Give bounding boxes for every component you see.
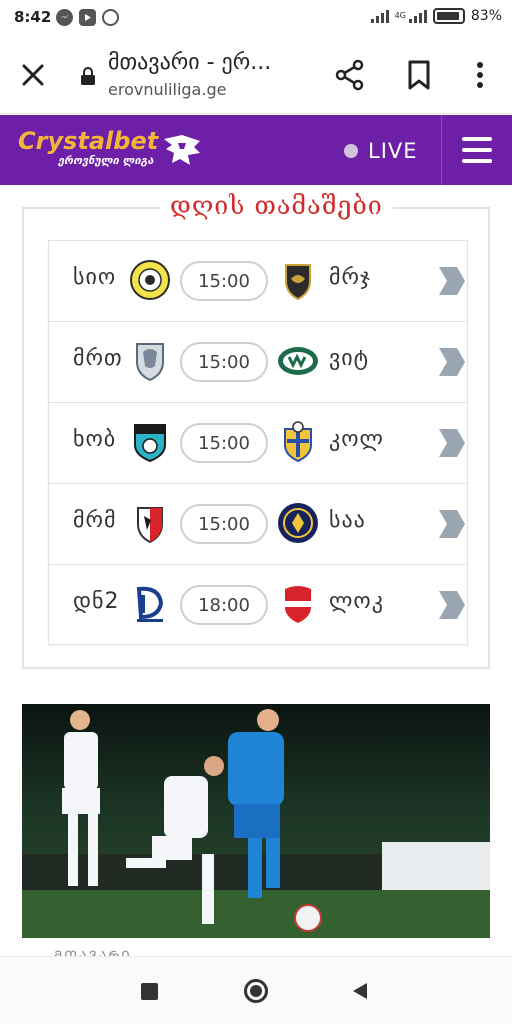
network-type: 4G — [394, 11, 406, 20]
matches-of-the-day: დღის თამაშები სიო 15:00 მრჯ მრთ 15:00 ვი… — [22, 191, 490, 669]
match-row[interactable]: სიო 15:00 მრჯ — [48, 240, 468, 321]
signal-icon-2 — [408, 9, 427, 23]
kickoff-time: 18:00 — [180, 585, 268, 625]
club-crest-icon — [130, 260, 170, 300]
live-label: LIVE — [368, 139, 418, 163]
hamburger-menu-icon[interactable] — [441, 115, 512, 185]
away-team: ლოკ — [329, 589, 384, 614]
bookmark-icon[interactable] — [404, 58, 434, 92]
status-time: 8:42 — [14, 8, 52, 26]
signal-icon — [370, 9, 389, 23]
live-dot-icon — [344, 144, 358, 158]
whatsapp-icon — [102, 9, 119, 26]
notification-icons — [56, 9, 119, 26]
match-row[interactable]: მრმ 15:00 საა — [48, 483, 468, 564]
crystalbet-logo[interactable]: Crystalbet ეროვნული ლიგა — [18, 129, 158, 169]
chevron-right-icon[interactable] — [435, 425, 467, 461]
away-team: კოლ — [329, 427, 384, 452]
section-title: დღის თამაშები — [160, 191, 393, 220]
match-row[interactable]: ხობ 15:00 კოლ — [48, 402, 468, 483]
brand-name: Crystalbet — [18, 127, 159, 155]
club-crest-icon — [137, 507, 163, 544]
kickoff-time: 15:00 — [180, 504, 268, 544]
chevron-right-icon[interactable] — [435, 506, 467, 542]
match-row[interactable]: დნ2 18:00 ლოკ — [48, 564, 468, 645]
page-url[interactable]: erovnuliliga.ge — [108, 80, 226, 99]
site-header: Crystalbet ეროვნული ლიგა LIVE — [0, 115, 512, 185]
live-button[interactable]: LIVE — [344, 139, 418, 163]
kickoff-time: 15:00 — [180, 423, 268, 463]
status-bar: 8:42 4G 83% — [0, 0, 512, 36]
share-icon[interactable] — [333, 58, 367, 92]
home-team: დნ2 — [73, 589, 120, 614]
news-photo[interactable] — [22, 704, 490, 938]
chevron-right-icon[interactable] — [435, 263, 467, 299]
recent-apps-icon[interactable] — [141, 983, 158, 1000]
club-crest-icon — [285, 586, 311, 623]
lion-logo-icon — [164, 135, 200, 165]
youtube-icon — [79, 9, 96, 26]
close-icon[interactable] — [18, 60, 48, 90]
home-icon[interactable] — [244, 979, 268, 1003]
chevron-right-icon[interactable] — [435, 344, 467, 380]
browser-toolbar: მთავარი - ერ... erovnuliliga.ge — [0, 36, 512, 114]
kickoff-time: 15:00 — [180, 261, 268, 301]
home-team: მრთ — [73, 346, 123, 371]
club-crest-icon — [134, 424, 166, 463]
club-crest-icon — [136, 343, 164, 382]
home-team: სიო — [73, 265, 117, 290]
away-team: მრჯ — [329, 265, 371, 290]
club-crest-icon — [278, 347, 318, 375]
club-crest-icon — [278, 503, 318, 543]
match-row[interactable]: მრთ 15:00 ვიტ — [48, 321, 468, 402]
system-nav-bar — [0, 956, 512, 1024]
brand-subtitle: ეროვნული ლიგა — [58, 154, 154, 167]
battery-icon — [432, 8, 465, 24]
home-team: მრმ — [73, 508, 117, 533]
club-crest-icon — [285, 264, 311, 301]
away-team: საა — [329, 508, 366, 533]
football-match-image — [22, 704, 490, 938]
club-crest-icon — [136, 586, 164, 622]
page-title[interactable]: მთავარი - ერ... — [108, 50, 271, 75]
lock-icon — [81, 67, 95, 85]
home-team: ხობ — [73, 427, 117, 452]
more-options-icon[interactable] — [466, 58, 494, 92]
chevron-right-icon[interactable] — [435, 587, 467, 623]
kickoff-time: 15:00 — [180, 342, 268, 382]
messenger-icon — [56, 9, 73, 26]
club-crest-icon — [284, 421, 312, 463]
back-icon[interactable] — [351, 981, 369, 1001]
away-team: ვიტ — [329, 346, 370, 371]
match-list: სიო 15:00 მრჯ მრთ 15:00 ვიტ ხობ 15:00 კო… — [48, 240, 468, 645]
battery-percent: 83% — [470, 8, 502, 24]
